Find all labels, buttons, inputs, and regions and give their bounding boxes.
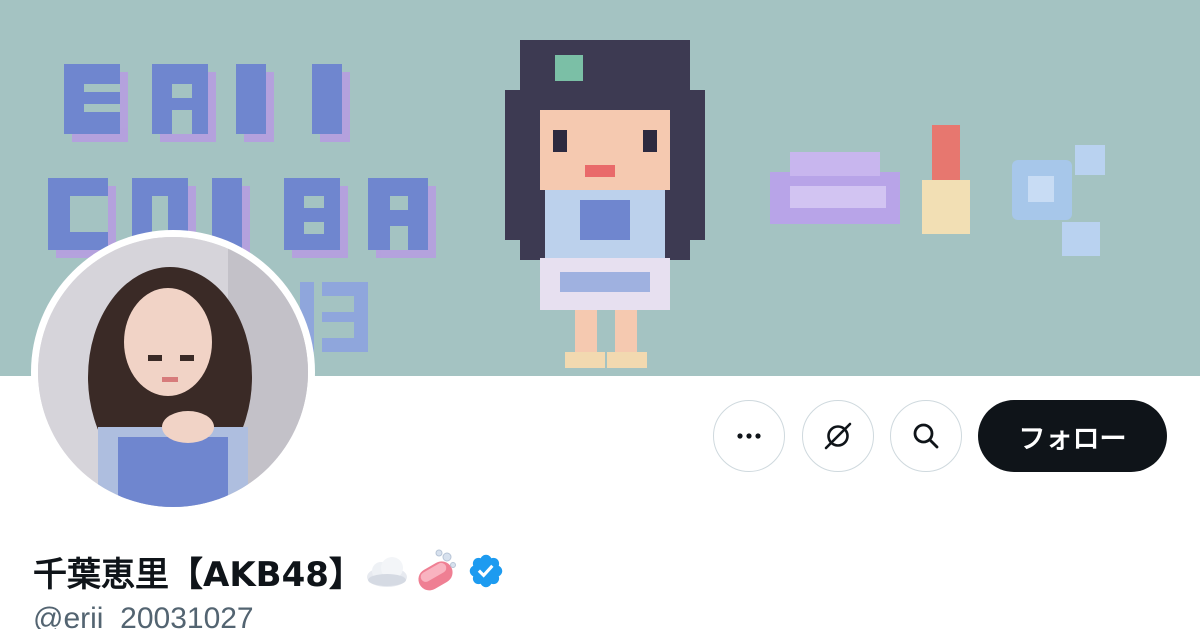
search-button[interactable] bbox=[890, 400, 962, 472]
user-handle: @erii_20031027 bbox=[33, 602, 254, 629]
more-icon bbox=[737, 433, 761, 439]
follow-button[interactable]: フォロー bbox=[978, 400, 1167, 472]
grok-icon bbox=[824, 422, 852, 450]
soap-emoji-icon bbox=[411, 547, 459, 595]
search-icon bbox=[913, 423, 939, 449]
avatar[interactable] bbox=[31, 230, 315, 514]
verified-badge-icon bbox=[467, 552, 505, 590]
avatar-photo bbox=[38, 237, 308, 507]
profile-name-row: 千葉恵里【AKB48】 bbox=[33, 543, 505, 599]
grok-button[interactable] bbox=[802, 400, 874, 472]
more-button[interactable] bbox=[713, 400, 785, 472]
cloud-emoji-icon bbox=[363, 547, 411, 595]
display-name: 千葉恵里【AKB48】 bbox=[33, 554, 363, 595]
